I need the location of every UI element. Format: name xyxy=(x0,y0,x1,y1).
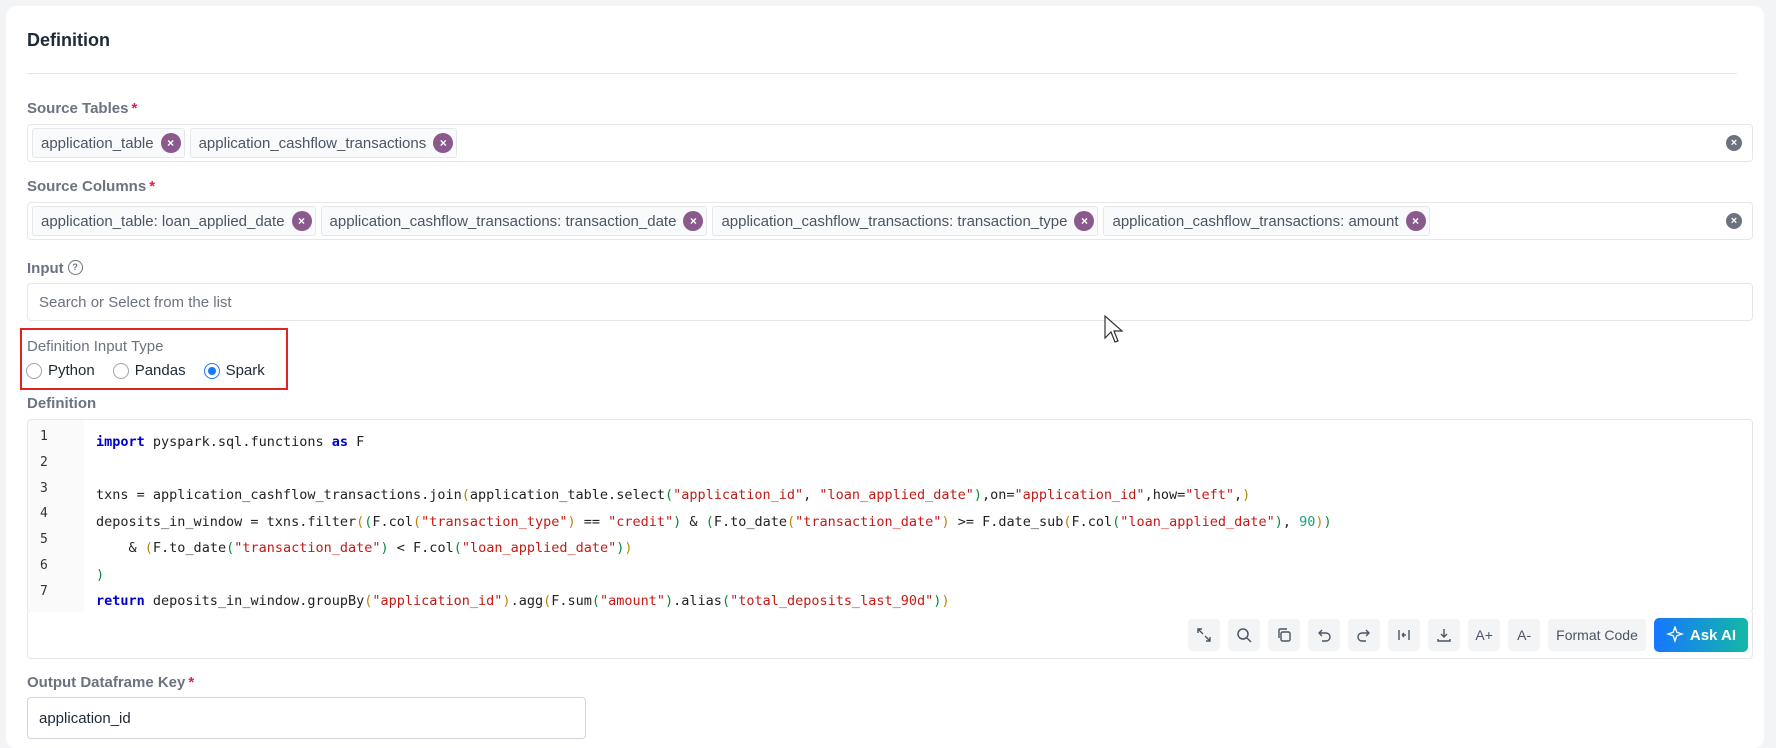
output-key-input[interactable]: application_id xyxy=(27,697,586,739)
chip-remove-icon[interactable]: × xyxy=(160,133,181,153)
mouse-cursor-icon xyxy=(1104,315,1124,343)
definition-card: Definition Source Tables * application_ta… xyxy=(6,6,1764,748)
code-line[interactable] xyxy=(96,456,1332,483)
code-content[interactable]: import pyspark.sql.functions as F txns =… xyxy=(96,429,1332,612)
expand-icon[interactable] xyxy=(1188,619,1221,651)
source-tables-label: Source Tables * xyxy=(27,100,138,117)
split-icon[interactable] xyxy=(1388,619,1421,651)
input-label: Input? xyxy=(27,259,83,278)
radio-unchecked-icon[interactable] xyxy=(112,362,129,379)
copy-icon[interactable] xyxy=(1268,619,1301,651)
radio-checked-icon[interactable] xyxy=(203,362,220,379)
table-chip: application_cashflow_transactions × xyxy=(189,128,458,158)
chip-remove-icon[interactable]: × xyxy=(291,211,312,231)
help-icon[interactable]: ? xyxy=(67,259,83,275)
line-number-gutter: 1 2 3 4 5 6 7 xyxy=(28,420,84,612)
chip-remove-icon[interactable]: × xyxy=(1405,211,1426,231)
code-line[interactable]: ) xyxy=(96,562,1332,589)
input-placeholder: Search or Select from the list xyxy=(39,294,232,311)
chip-remove-icon[interactable]: × xyxy=(1074,211,1095,231)
radio-python[interactable]: Python xyxy=(26,362,95,379)
input-search[interactable]: Search or Select from the list xyxy=(27,283,1753,321)
column-chip: application_cashflow_transactions: trans… xyxy=(320,206,708,236)
font-increase-icon[interactable]: A+ xyxy=(1468,619,1501,651)
column-chip: application_cashflow_transactions: trans… xyxy=(712,206,1099,236)
download-icon[interactable] xyxy=(1428,619,1461,651)
code-line[interactable]: return deposits_in_window.groupBy("appli… xyxy=(96,588,1332,612)
radio-spark[interactable]: Spark xyxy=(203,362,265,379)
divider xyxy=(27,73,1737,74)
editor-toolbar: A+ A- Format Code Ask AI xyxy=(27,612,1753,659)
definition-label: Definition xyxy=(27,395,97,412)
radio-unchecked-icon[interactable] xyxy=(26,362,42,379)
code-editor[interactable]: 1 2 3 4 5 6 7 import pyspark.sql.functio… xyxy=(27,419,1753,613)
clear-icon[interactable]: × xyxy=(1726,213,1742,229)
code-line[interactable]: & (F.to_date("transaction_date") < F.col… xyxy=(96,535,1332,562)
code-line[interactable]: import pyspark.sql.functions as F xyxy=(96,429,1332,456)
format-code-button[interactable]: Format Code xyxy=(1548,619,1646,651)
page-title: Definition xyxy=(27,30,110,50)
clear-icon[interactable]: × xyxy=(1726,135,1742,151)
radio-pandas[interactable]: Pandas xyxy=(112,362,186,379)
code-line[interactable]: deposits_in_window = txns.filter((F.col(… xyxy=(96,509,1332,536)
redo-icon[interactable] xyxy=(1348,619,1381,651)
column-chip: application_table: loan_applied_date × xyxy=(32,206,316,236)
chip-remove-icon[interactable]: × xyxy=(683,211,704,231)
undo-icon[interactable] xyxy=(1308,619,1341,651)
column-chip: application_cashflow_transactions: amoun… xyxy=(1103,206,1430,236)
source-tables-select[interactable]: application_table × application_cashflow… xyxy=(27,124,1753,162)
sparkle-icon xyxy=(1665,626,1684,643)
ask-ai-button[interactable]: Ask AI xyxy=(1653,618,1748,652)
font-decrease-icon[interactable]: A- xyxy=(1508,619,1541,651)
source-columns-select[interactable]: application_table: loan_applied_date × a… xyxy=(27,202,1753,240)
search-icon[interactable] xyxy=(1228,619,1261,651)
source-columns-label: Source Columns * xyxy=(27,178,156,195)
definition-input-type-label: Definition Input Type xyxy=(27,338,164,355)
output-key-label: Output Dataframe Key * xyxy=(27,674,195,691)
chip-remove-icon[interactable]: × xyxy=(433,133,454,153)
table-chip: application_table × xyxy=(32,128,185,158)
definition-input-type-group: Definition Input Type Python Pandas Spar… xyxy=(20,328,288,390)
code-line[interactable]: txns = application_cashflow_transactions… xyxy=(96,482,1332,509)
